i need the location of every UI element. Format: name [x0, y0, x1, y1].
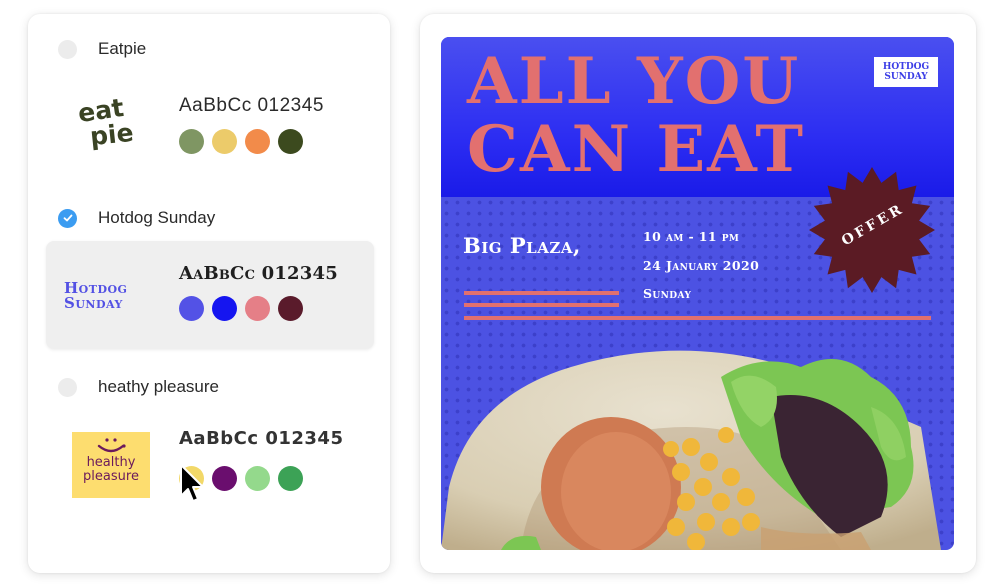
color-swatch[interactable] — [245, 466, 270, 491]
color-swatch[interactable] — [212, 466, 237, 491]
brand-kit-panel: Eatpie eat pie AaBbCc 012345 Hotdog Sund… — [28, 14, 390, 573]
hotdog-sunday-logo: Hotdog Sunday — [64, 281, 127, 311]
brand-option-hotdog-sunday[interactable]: Hotdog Sunday — [58, 208, 215, 228]
poster-date[interactable]: 24 January 2020 — [643, 258, 759, 273]
logo-text-line: Sunday — [884, 72, 928, 82]
poster-headline-line[interactable]: ALL YOU — [467, 49, 800, 115]
decorative-stripe — [464, 316, 931, 320]
decorative-stripe — [464, 291, 619, 295]
radio-checked-icon[interactable] — [58, 208, 77, 228]
font-sample: AaBbCc 012345 — [179, 95, 324, 116]
poster-canvas[interactable]: ALL YOU CAN EAT Hotdog Sunday — [441, 37, 954, 550]
color-swatch[interactable] — [245, 129, 270, 154]
decorative-stripe — [464, 303, 619, 307]
logo-text-line: Sunday — [64, 294, 123, 312]
radio-unchecked-icon[interactable] — [58, 39, 77, 59]
design-preview-panel: ALL YOU CAN EAT Hotdog Sunday — [420, 14, 976, 573]
brand-option-label: Eatpie — [98, 39, 147, 58]
poster-day[interactable]: Sunday — [643, 286, 691, 301]
poster-venue[interactable]: Big Plaza, — [463, 233, 581, 258]
color-swatch[interactable] — [245, 296, 270, 321]
eatpie-logo: eat pie — [76, 93, 146, 156]
radio-unchecked-icon[interactable] — [58, 377, 77, 397]
brand-preview-eatpie[interactable]: eat pie AaBbCc 012345 — [46, 82, 374, 190]
healthy-pleasure-logo: healthy pleasure — [72, 432, 150, 498]
font-sample: AaBbCc 012345 — [179, 428, 344, 449]
font-sample: AaBbCc 012345 — [179, 263, 338, 284]
color-swatch[interactable] — [278, 129, 303, 154]
color-swatches — [179, 296, 303, 321]
color-swatch[interactable] — [179, 296, 204, 321]
color-swatches — [179, 129, 303, 154]
poster-headline-line[interactable]: CAN EAT — [467, 117, 805, 183]
color-swatch[interactable] — [278, 466, 303, 491]
logo-text-line: pie — [88, 117, 135, 152]
logo-text-line: healthy — [86, 455, 136, 470]
brand-option-label: heathy pleasure — [98, 377, 219, 396]
brand-preview-hotdog-sunday[interactable]: Hotdog Sunday AaBbCc 012345 — [46, 241, 374, 349]
brand-preview-healthy-pleasure[interactable]: healthy pleasure AaBbCc 012345 — [46, 414, 374, 522]
mouse-pointer-icon — [180, 464, 204, 502]
color-swatch[interactable] — [212, 296, 237, 321]
brand-option-label: Hotdog Sunday — [98, 208, 216, 227]
color-swatch[interactable] — [278, 296, 303, 321]
color-swatch[interactable] — [212, 129, 237, 154]
poster-time[interactable]: 10 am - 11 pm — [643, 229, 739, 244]
brand-option-healthy-pleasure[interactable]: heathy pleasure — [58, 377, 219, 397]
smiley-icon — [97, 438, 126, 453]
logo-text-line: pleasure — [83, 469, 139, 484]
color-swatch[interactable] — [179, 129, 204, 154]
food-bowl-photo[interactable] — [441, 337, 954, 550]
poster-brand-logo[interactable]: Hotdog Sunday — [874, 57, 938, 87]
logo-text-line: Hotdog — [882, 62, 930, 72]
brand-option-eatpie[interactable]: Eatpie — [58, 39, 146, 59]
